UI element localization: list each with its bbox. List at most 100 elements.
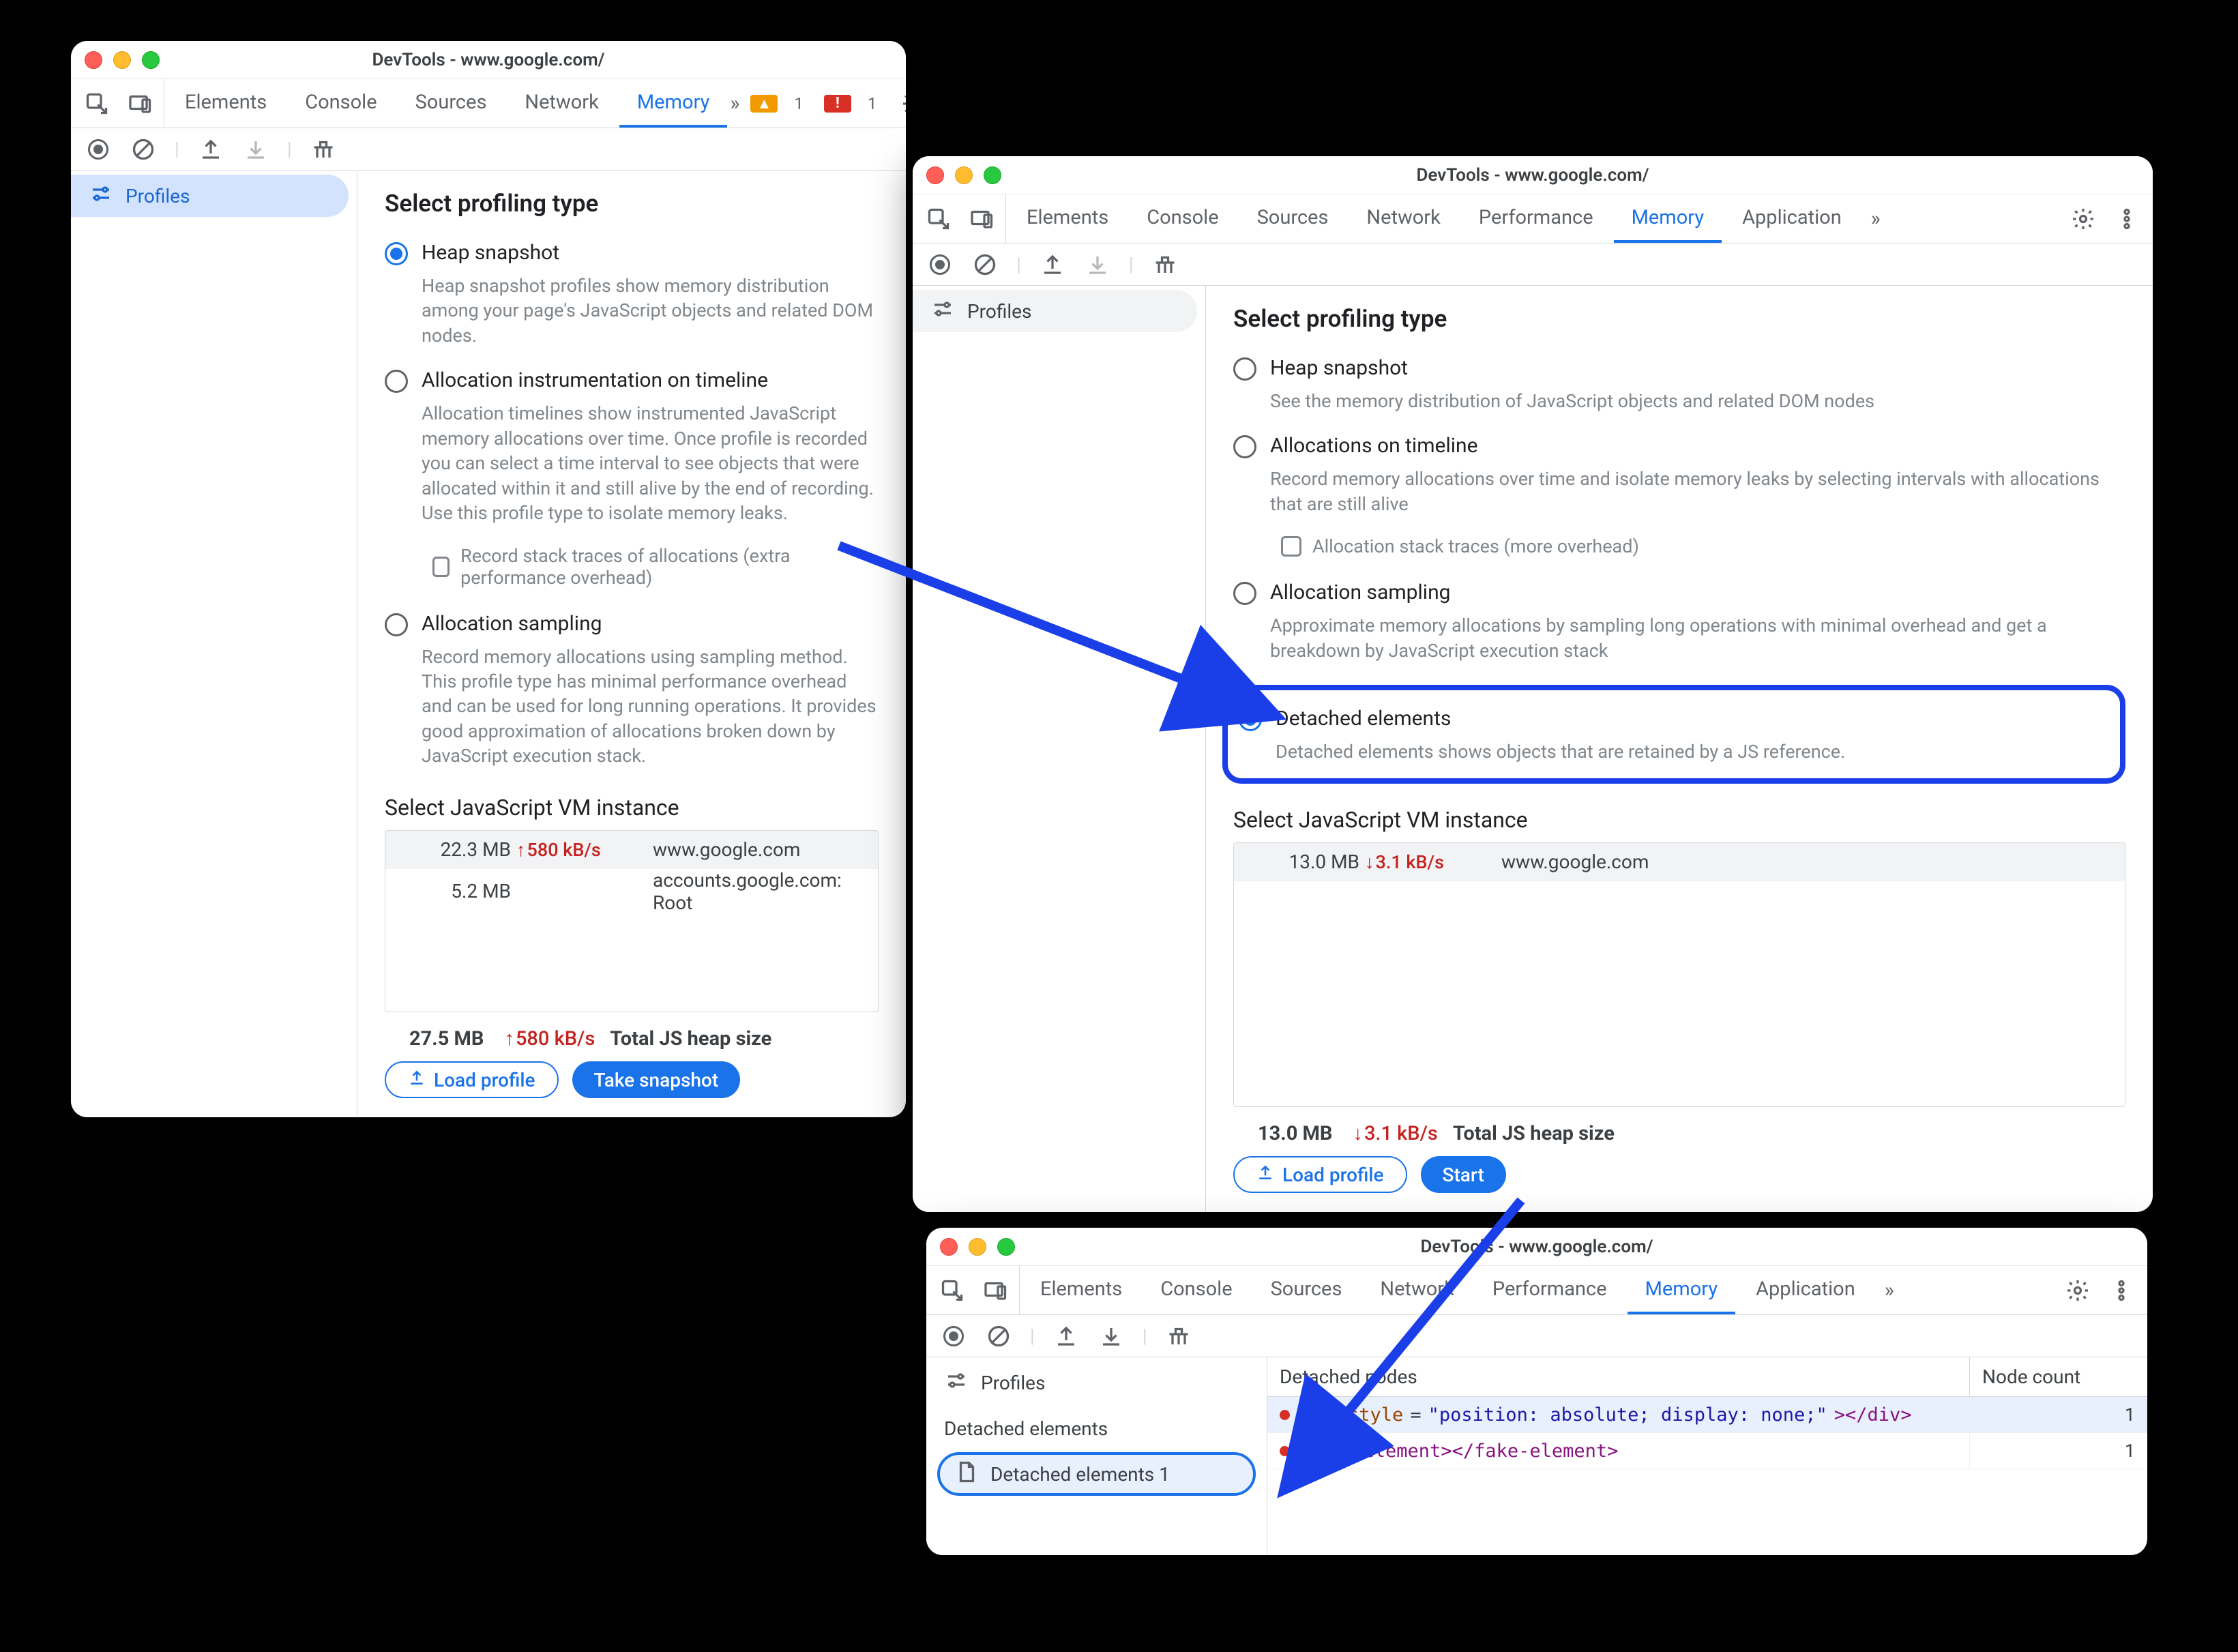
tab-memory[interactable]: Memory	[1628, 1266, 1735, 1314]
tab-network[interactable]: Network	[1349, 194, 1458, 243]
tab-console[interactable]: Console	[1143, 1266, 1250, 1314]
option-allocation-timeline[interactable]: Allocation instrumentation on timeline	[385, 364, 879, 398]
window-close-button[interactable]	[85, 51, 102, 69]
load-profile-button[interactable]: Load profile	[385, 1061, 559, 1098]
tab-elements[interactable]: Elements	[1009, 194, 1126, 243]
option-detached-elements[interactable]: Detached elements	[1239, 703, 2102, 737]
inspect-element-icon[interactable]	[83, 90, 111, 117]
settings-icon[interactable]	[900, 90, 906, 117]
more-tabs-icon[interactable]: »	[1862, 205, 1889, 233]
device-toolbar-icon[interactable]	[127, 90, 154, 117]
option-allocations-timeline[interactable]: Allocations on timeline	[1233, 430, 2125, 464]
tab-application[interactable]: Application	[1724, 194, 1859, 243]
window-minimize-button[interactable]	[969, 1238, 986, 1256]
tab-network[interactable]: Network	[1362, 1266, 1471, 1314]
radio-icon[interactable]	[385, 242, 408, 265]
node-html: <div style="position: absolute; display:…	[1267, 1397, 1970, 1432]
checkbox-icon[interactable]	[432, 557, 450, 577]
upload-icon[interactable]	[1039, 251, 1066, 278]
radio-icon[interactable]	[1233, 582, 1256, 605]
main-panel: Select profiling type Heap snapshot See …	[1206, 286, 2153, 1212]
vm-heading: Select JavaScript VM instance	[385, 795, 879, 821]
option-allocation-sampling[interactable]: Allocation sampling	[1233, 576, 2125, 610]
tab-performance[interactable]: Performance	[1461, 194, 1611, 243]
tab-sources[interactable]: Sources	[1239, 194, 1346, 243]
more-tabs-icon[interactable]: »	[1876, 1277, 1903, 1304]
warning-badge-icon[interactable]: ▲	[750, 95, 778, 113]
clear-icon[interactable]	[985, 1323, 1012, 1350]
take-snapshot-button[interactable]: Take snapshot	[572, 1061, 741, 1098]
option-heap-snapshot[interactable]: Heap snapshot	[1233, 352, 2125, 386]
inspect-element-icon[interactable]	[925, 205, 952, 233]
option-heap-snapshot[interactable]: Heap snapshot	[385, 237, 879, 271]
device-toolbar-icon[interactable]	[969, 205, 996, 233]
col-node-count[interactable]: Node count	[1970, 1357, 2147, 1396]
tab-elements[interactable]: Elements	[167, 79, 284, 128]
collect-garbage-icon[interactable]	[1151, 251, 1179, 278]
option-timeline-checkbox[interactable]: Record stack traces of allocations (extr…	[432, 545, 879, 589]
vm-row[interactable]: 5.2 MB accounts.google.com: Root	[385, 869, 878, 907]
more-tabs-icon[interactable]: »	[730, 90, 739, 117]
tab-sources[interactable]: Sources	[398, 79, 505, 128]
kebab-menu-icon[interactable]	[2113, 205, 2140, 233]
radio-icon[interactable]	[385, 613, 408, 636]
error-badge-icon[interactable]: !	[824, 95, 851, 113]
memory-toolbar: | |	[913, 244, 2153, 286]
vm-row[interactable]: 22.3 MB 580 kB/s www.google.com	[385, 831, 878, 869]
sidebar-item-detached-1[interactable]: Detached elements 1	[937, 1452, 1256, 1496]
upload-icon[interactable]	[1052, 1323, 1080, 1350]
tab-memory[interactable]: Memory	[619, 79, 727, 128]
sidebar-item-profiles[interactable]: Profiles	[926, 1361, 1258, 1404]
vm-row[interactable]: 13.0 MB 3.1 kB/s www.google.com	[1234, 843, 2125, 881]
tab-sources[interactable]: Sources	[1253, 1266, 1360, 1314]
window-maximize-button[interactable]	[142, 51, 160, 69]
record-icon[interactable]	[940, 1323, 967, 1350]
download-icon[interactable]	[242, 136, 269, 163]
tab-network[interactable]: Network	[507, 79, 616, 128]
traffic-lights	[85, 51, 160, 69]
download-icon[interactable]	[1098, 1323, 1125, 1350]
radio-icon[interactable]	[385, 370, 408, 393]
collect-garbage-icon[interactable]	[1165, 1323, 1192, 1350]
tab-performance[interactable]: Performance	[1475, 1266, 1625, 1314]
results-panel: Detached nodes Node count <div style="po…	[1267, 1357, 2147, 1555]
radio-icon[interactable]	[1233, 357, 1256, 381]
tab-console[interactable]: Console	[287, 79, 394, 128]
settings-icon[interactable]	[2070, 205, 2097, 233]
checkbox-icon[interactable]	[1281, 536, 1301, 557]
device-toolbar-icon[interactable]	[982, 1277, 1010, 1304]
option-timeline-checkbox[interactable]: Allocation stack traces (more overhead)	[1281, 535, 2125, 557]
start-button[interactable]: Start	[1421, 1156, 1506, 1193]
clear-icon[interactable]	[130, 136, 157, 163]
kebab-menu-icon[interactable]	[2108, 1277, 2135, 1304]
radio-icon[interactable]	[1233, 435, 1256, 458]
sidebar-profiles-label: Profiles	[981, 1372, 1045, 1394]
col-detached-nodes[interactable]: Detached nodes	[1267, 1357, 1970, 1396]
window-minimize-button[interactable]	[955, 166, 973, 184]
option-allocation-sampling[interactable]: Allocation sampling	[385, 608, 879, 642]
tab-elements[interactable]: Elements	[1022, 1266, 1140, 1314]
settings-icon[interactable]	[2064, 1277, 2091, 1304]
collect-garbage-icon[interactable]	[310, 136, 337, 163]
inspect-element-icon[interactable]	[939, 1277, 966, 1304]
table-row[interactable]: <div style="position: absolute; display:…	[1267, 1397, 2147, 1433]
sidebar-item-profiles[interactable]: Profiles	[913, 290, 1197, 332]
download-icon[interactable]	[1084, 251, 1111, 278]
upload-icon[interactable]	[197, 136, 224, 163]
window-maximize-button[interactable]	[984, 166, 1001, 184]
window-maximize-button[interactable]	[997, 1238, 1015, 1256]
window-close-button[interactable]	[940, 1238, 958, 1256]
tab-application[interactable]: Application	[1738, 1266, 1873, 1314]
record-icon[interactable]	[85, 136, 112, 163]
devtools-window-1: DevTools - www.google.com/ Elements Cons…	[71, 41, 906, 1117]
tab-console[interactable]: Console	[1129, 194, 1236, 243]
record-icon[interactable]	[926, 251, 954, 278]
load-profile-button[interactable]: Load profile	[1233, 1156, 1407, 1193]
radio-icon[interactable]	[1239, 708, 1262, 731]
window-close-button[interactable]	[926, 166, 944, 184]
table-row[interactable]: <fake-element></fake-element> 1	[1267, 1433, 2147, 1469]
tab-memory[interactable]: Memory	[1614, 194, 1722, 243]
sidebar-item-profiles[interactable]: Profiles	[71, 175, 349, 217]
clear-icon[interactable]	[971, 251, 999, 278]
window-minimize-button[interactable]	[113, 51, 131, 69]
